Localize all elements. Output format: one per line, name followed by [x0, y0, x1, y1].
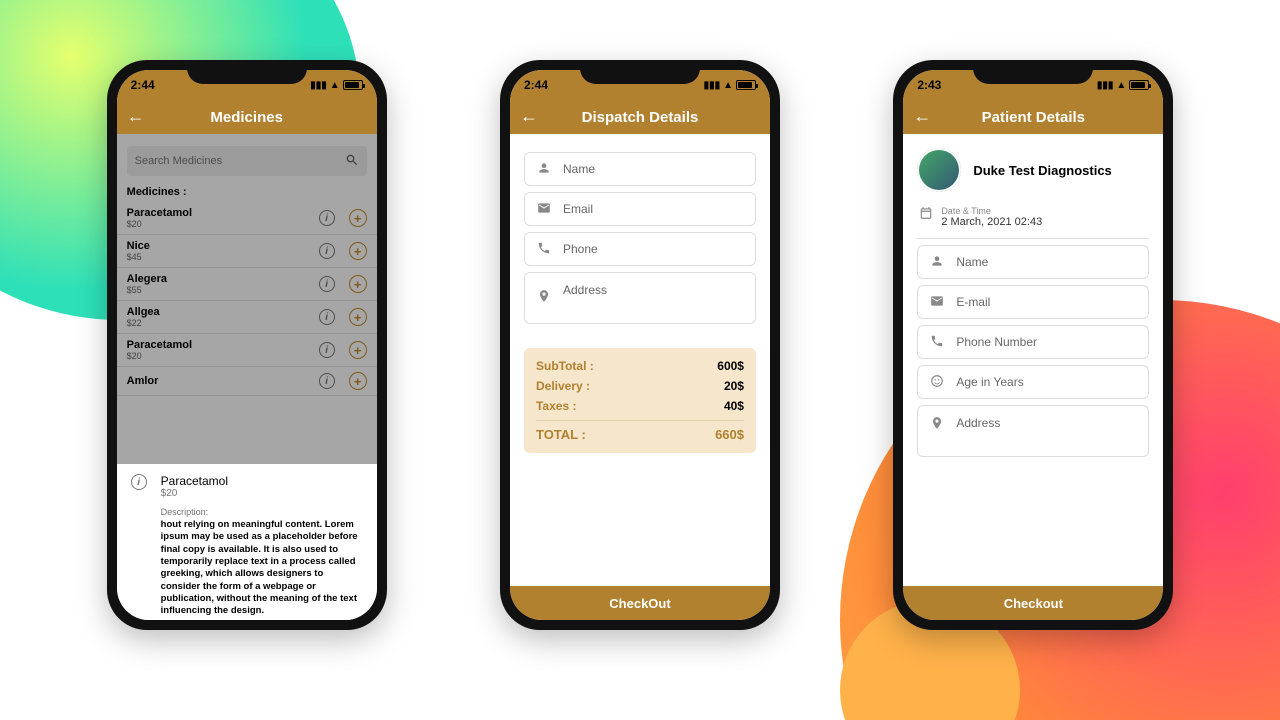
avatar	[917, 148, 961, 192]
field-label: Address	[563, 283, 607, 297]
screen-title: Patient Details	[982, 109, 1085, 126]
wifi-icon: ▲	[723, 80, 733, 91]
phone-mockup-medicines: 2:44 ▮▮▮ ▲ ← Medicines Search Medicines	[107, 60, 387, 630]
signal-icon: ▮▮▮	[310, 80, 327, 91]
phone-icon	[928, 334, 946, 351]
battery-icon	[1129, 80, 1149, 90]
wifi-icon: ▲	[1116, 80, 1126, 91]
field-label: Address	[956, 416, 1000, 430]
field-label: Name	[563, 162, 595, 176]
datetime-value: 2 March, 2021 02:43	[941, 216, 1042, 228]
field-label: Name	[956, 255, 988, 269]
home-indicator	[978, 620, 1088, 624]
mail-icon	[535, 201, 553, 218]
email-field[interactable]: E-mail	[917, 285, 1149, 319]
screen-title: Medicines	[210, 109, 283, 126]
medicine-detail-sheet: i Paracetamol $20 Description: hout rely…	[117, 464, 377, 620]
clinic-name: Duke Test Diagnostics	[973, 163, 1111, 178]
totals-panel: SubTotal :600$ Delivery :20$ Taxes :40$ …	[524, 348, 756, 453]
phone-field[interactable]: Phone Number	[917, 325, 1149, 359]
field-label: Email	[563, 202, 593, 216]
phone-mockup-patient: 2:43 ▮▮▮ ▲ ← Patient Details Duke Test D…	[893, 60, 1173, 630]
location-icon	[928, 416, 946, 433]
home-indicator	[585, 620, 695, 624]
checkout-button[interactable]: CheckOut	[510, 586, 770, 620]
location-icon	[535, 289, 553, 306]
smile-icon	[928, 374, 946, 391]
sheet-medicine-name: Paracetamol	[161, 474, 228, 488]
phone-notch	[187, 60, 307, 84]
sheet-medicine-price: $20	[161, 488, 228, 499]
field-label: Phone Number	[956, 335, 1037, 349]
datetime-row: Date & Time 2 March, 2021 02:43	[903, 206, 1163, 234]
status-time: 2:43	[917, 78, 941, 92]
phone-notch	[973, 60, 1093, 84]
back-button[interactable]: ←	[127, 106, 145, 127]
wifi-icon: ▲	[330, 80, 340, 91]
screen-header: ← Medicines	[117, 100, 377, 134]
phone-field[interactable]: Phone	[524, 232, 756, 266]
field-label: E-mail	[956, 295, 990, 309]
email-field[interactable]: Email	[524, 192, 756, 226]
signal-icon: ▮▮▮	[1097, 80, 1114, 91]
person-icon	[928, 254, 946, 271]
phone-mockup-dispatch: 2:44 ▮▮▮ ▲ ← Dispatch Details Name	[500, 60, 780, 630]
divider	[917, 238, 1149, 239]
field-label: Age in Years	[956, 375, 1023, 389]
address-field[interactable]: Address	[917, 405, 1149, 457]
back-button[interactable]: ←	[520, 106, 538, 127]
signal-icon: ▮▮▮	[704, 80, 721, 91]
screen-header: ← Patient Details	[903, 100, 1163, 134]
screen-title: Dispatch Details	[582, 109, 699, 126]
home-indicator	[192, 620, 302, 624]
address-field[interactable]: Address	[524, 272, 756, 324]
back-button[interactable]: ←	[913, 106, 931, 127]
age-field[interactable]: Age in Years	[917, 365, 1149, 399]
calendar-icon	[919, 206, 933, 223]
name-field[interactable]: Name	[917, 245, 1149, 279]
description-text: hout relying on meaningful content. Lore…	[161, 519, 363, 618]
battery-icon	[343, 80, 363, 90]
datetime-label: Date & Time	[941, 206, 1042, 216]
clinic-row: Duke Test Diagnostics	[903, 134, 1163, 206]
field-label: Phone	[563, 242, 598, 256]
battery-icon	[736, 80, 756, 90]
name-field[interactable]: Name	[524, 152, 756, 186]
description-label: Description:	[161, 507, 363, 517]
person-icon	[535, 161, 553, 178]
status-time: 2:44	[524, 78, 548, 92]
info-icon: i	[131, 474, 147, 490]
phone-notch	[580, 60, 700, 84]
mail-icon	[928, 294, 946, 311]
phone-icon	[535, 241, 553, 258]
checkout-button[interactable]: Checkout	[903, 586, 1163, 620]
screen-header: ← Dispatch Details	[510, 100, 770, 134]
status-time: 2:44	[131, 78, 155, 92]
